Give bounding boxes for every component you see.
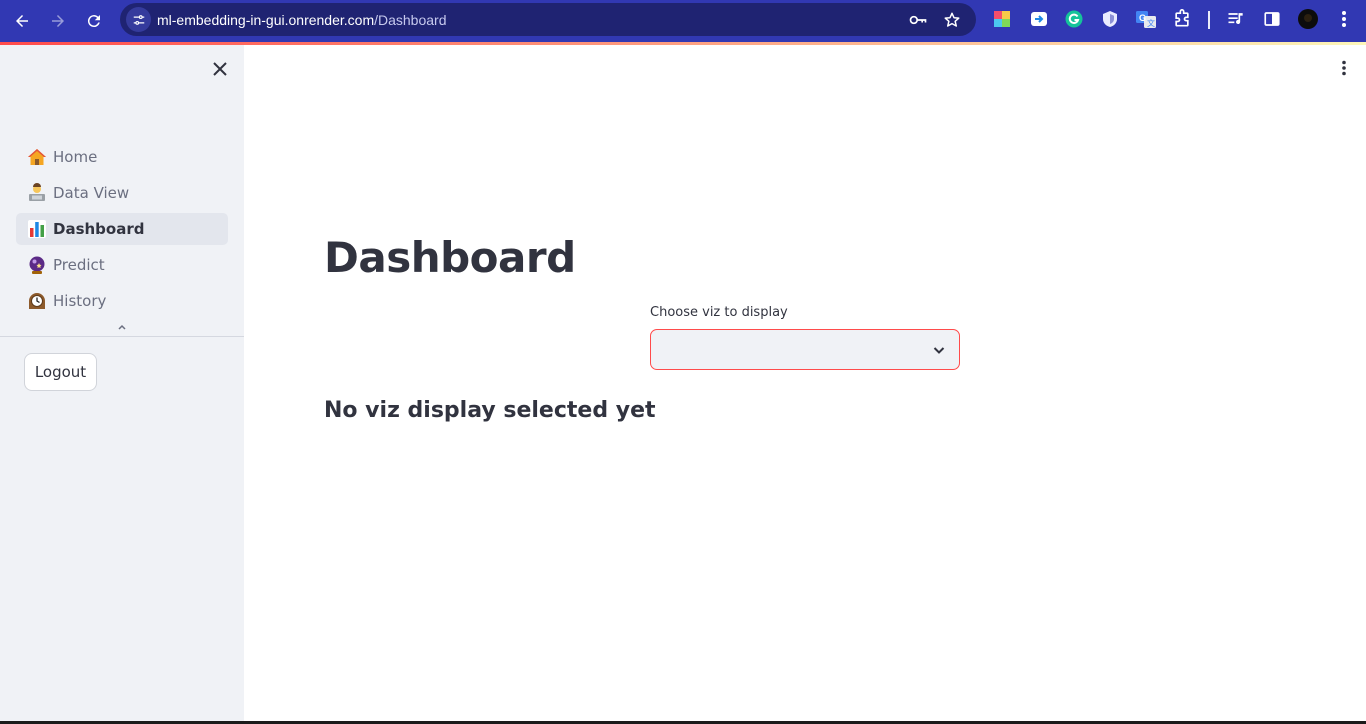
extension-colorful-icon[interactable] (992, 9, 1012, 29)
url-path: /Dashboard (374, 12, 447, 28)
sidebar-item-label: Predict (53, 256, 105, 274)
shield-extension-icon[interactable] (1100, 9, 1120, 29)
sidebar-item-label: Home (53, 148, 98, 166)
close-icon[interactable] (209, 58, 231, 80)
url-host: ml-embedding-in-gui.onrender.com (157, 12, 375, 28)
profile-avatar[interactable] (1298, 9, 1318, 29)
status-message: No viz display selected yet (324, 398, 656, 423)
viz-select[interactable] (650, 329, 960, 370)
sidebar-item-history[interactable]: History (16, 285, 228, 317)
toolbar-divider (1208, 11, 1210, 29)
chevron-down-icon (931, 342, 947, 358)
reload-icon[interactable] (80, 7, 108, 35)
sidebar-nav: Home Data View Dashboard Predict History (16, 141, 228, 321)
technologist-icon (27, 183, 47, 203)
sidebar-divider (0, 336, 244, 337)
grammarly-icon[interactable] (1064, 9, 1084, 29)
address-bar[interactable]: ml-embedding-in-gui.onrender.com/Dashboa… (120, 3, 976, 36)
sidebar-item-label: Data View (53, 184, 130, 202)
app-menu-icon[interactable] (1334, 58, 1354, 78)
sidebar-item-label: History (53, 292, 107, 310)
sidebar: Home Data View Dashboard Predict History (0, 45, 244, 724)
svg-text:文: 文 (1147, 18, 1155, 28)
key-icon[interactable] (908, 10, 928, 30)
site-info-icon[interactable] (126, 7, 151, 32)
select-label: Choose viz to display (650, 305, 788, 320)
page-title: Dashboard (324, 233, 576, 282)
mantelpiece-clock-icon (27, 291, 47, 311)
house-icon (27, 147, 47, 167)
main-content: Dashboard Choose viz to display No viz d… (244, 45, 1366, 724)
side-panel-icon[interactable] (1262, 9, 1282, 29)
sidebar-item-dashboard[interactable]: Dashboard (16, 213, 228, 245)
url-text: ml-embedding-in-gui.onrender.com/Dashboa… (157, 12, 447, 28)
browser-menu-icon[interactable] (1334, 9, 1354, 29)
sidebar-item-label: Dashboard (53, 220, 145, 238)
back-icon[interactable] (8, 7, 36, 35)
bar-chart-icon (27, 219, 47, 239)
sidebar-item-predict[interactable]: Predict (16, 249, 228, 281)
browser-toolbar: ml-embedding-in-gui.onrender.com/Dashboa… (0, 0, 1366, 42)
translate-icon[interactable]: G文 (1136, 9, 1156, 29)
crystal-ball-icon (27, 255, 47, 275)
chevron-up-icon[interactable] (116, 320, 128, 332)
puzzle-icon[interactable] (1172, 9, 1192, 29)
media-icon[interactable] (1226, 9, 1246, 29)
star-icon[interactable] (942, 10, 962, 30)
sidebar-item-data-view[interactable]: Data View (16, 177, 228, 209)
forward-icon[interactable] (44, 7, 72, 35)
svg-text:G: G (1139, 13, 1146, 23)
sidebar-item-home[interactable]: Home (16, 141, 228, 173)
logout-button[interactable]: Logout (24, 353, 97, 391)
extension-screen-icon[interactable] (1029, 9, 1049, 29)
